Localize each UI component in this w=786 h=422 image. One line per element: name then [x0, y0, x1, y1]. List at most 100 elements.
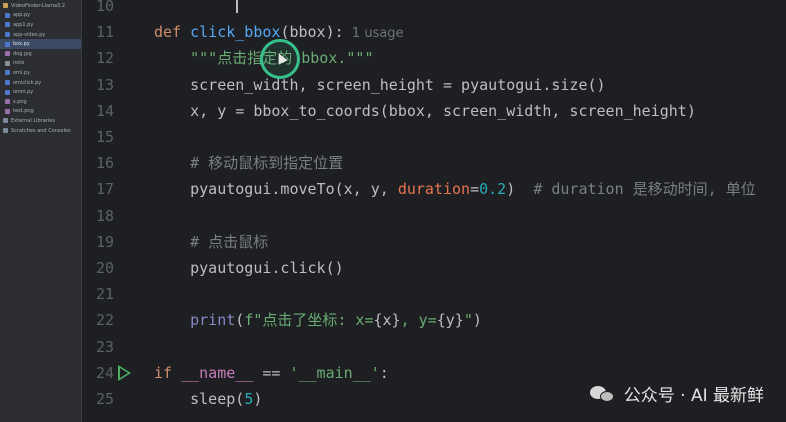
code-line[interactable]: 19 # 点击鼠标	[82, 229, 786, 255]
code-line[interactable]: 22 print(f"点击了坐标: x={x}, y={y}")	[82, 307, 786, 333]
code-line[interactable]: 17 pyautogui.moveTo(x, y, duration=0.2) …	[82, 176, 786, 202]
tree-item[interactable]: VideoFinder-Llama3.2	[0, 1, 81, 11]
tree-item[interactable]: dog.jpg	[0, 49, 81, 59]
code-line[interactable]: 20 pyautogui.click()	[82, 255, 786, 281]
line-number: 10	[95, 0, 114, 15]
tree-item-label: test.png	[13, 108, 34, 115]
line-number: 16	[95, 154, 114, 173]
code-token: )	[253, 390, 263, 408]
code-token: {x}	[373, 311, 401, 330]
code-editor[interactable]: 10 11 def click_bbox(bbox): 1 usage 12 """点…	[82, 0, 786, 422]
code-token: ==	[253, 363, 290, 382]
python-file-icon	[5, 80, 10, 86]
tree-item-label: omni.py	[13, 89, 34, 96]
code-token: )	[472, 311, 482, 330]
code-token: pyautogui.click()	[154, 259, 344, 277]
line-number: 20	[95, 259, 114, 277]
line-number: 13	[95, 75, 114, 94]
ide-window: VideoFinder-Llama3.2 app.py app1.py app-vid…	[0, 0, 786, 422]
code-token: # 移动鼠标到指定位置	[154, 154, 344, 173]
line-number: 18	[95, 206, 114, 225]
code-line[interactable]: 12 """点击指定的 bbox."""	[82, 45, 786, 71]
image-file-icon	[5, 99, 10, 105]
code-token: f"点击了坐标: x=	[244, 311, 374, 330]
tree-item[interactable]: External Libraries	[0, 116, 81, 126]
tree-item[interactable]: test.png	[0, 107, 81, 117]
python-file-icon	[5, 41, 10, 47]
watermark-text: 公众号 · AI 最新鲜	[623, 386, 764, 406]
line-number: 25	[95, 390, 114, 408]
tree-item-label: note	[13, 60, 25, 67]
tree-item[interactable]: omi.py	[0, 68, 81, 78]
code-line[interactable]: 16 # 移动鼠标到指定位置	[82, 150, 786, 176]
code-token: __name__	[181, 363, 254, 382]
code-token: # duration 是移动时间, 单位	[533, 180, 756, 199]
tree-item-label: box.py	[13, 41, 30, 48]
tree-item[interactable]: box.py	[0, 39, 81, 49]
code-token: # 点击鼠标	[154, 232, 269, 251]
usage-hint[interactable]: 1 usage	[344, 26, 404, 41]
tree-item[interactable]: Scratches and Consoles	[0, 126, 81, 136]
code-token: 0.2	[479, 180, 507, 199]
tree-item-label: app1.py	[13, 21, 34, 28]
tree-item[interactable]: omni.py	[0, 87, 81, 97]
code-token: x, y = bbox_to_coords(bbox, screen_width…	[154, 101, 696, 120]
tree-item-label: External Libraries	[11, 117, 55, 124]
code-token: 5	[244, 390, 254, 408]
line-number: 12	[95, 49, 114, 68]
code-line[interactable]: 14 x, y = bbox_to_coords(bbox, screen_wi…	[82, 98, 786, 124]
code-line[interactable]: 21	[82, 281, 786, 307]
code-token: (	[235, 311, 245, 330]
code-text: screen_width, screen_height = pyautogui.…	[154, 72, 606, 98]
code-token: (bbox):	[280, 23, 344, 42]
tree-item-label: Scratches and Consoles	[11, 127, 71, 134]
watermark: 公众号 · AI 最新鲜	[589, 381, 764, 406]
line-number: 24	[95, 363, 114, 382]
code-line[interactable]: 23	[82, 334, 786, 360]
code-line[interactable]: 18	[82, 203, 786, 229]
python-file-icon	[5, 12, 10, 18]
wechat-icon	[589, 384, 616, 404]
code-token: print	[190, 311, 236, 330]
tree-item-label: omiclick.py	[13, 79, 42, 86]
code-text: sleep(5)	[154, 386, 262, 412]
line-number: 19	[95, 232, 114, 251]
tree-item[interactable]: app.py	[0, 11, 81, 21]
line-number: 14	[95, 101, 114, 120]
code-token: :	[379, 363, 389, 382]
code-token: "	[463, 311, 473, 330]
image-file-icon	[5, 108, 10, 114]
code-token: click_bbox	[190, 23, 281, 42]
tree-item[interactable]: app-video.py	[0, 30, 81, 40]
tree-item[interactable]: note	[0, 59, 81, 69]
code-token: screen_width, screen_height = pyautogui.…	[154, 75, 606, 94]
code-line[interactable]: 13 screen_width, screen_height = pyautog…	[82, 72, 786, 98]
tree-item[interactable]: s.png	[0, 97, 81, 107]
code-text: # 点击鼠标	[154, 229, 268, 255]
code-line[interactable]: 10	[82, 0, 786, 19]
code-token: pyautogui.moveTo(x, y,	[154, 180, 398, 199]
line-number: 15	[95, 128, 114, 146]
scratch-icon	[3, 128, 8, 134]
library-icon	[3, 118, 8, 124]
tree-item-label: VideoFinder-Llama3.2	[11, 2, 65, 9]
tree-item[interactable]: omiclick.py	[0, 78, 81, 88]
code-token: '__main__'	[289, 363, 380, 382]
python-file-icon	[5, 22, 10, 28]
run-icon[interactable]	[118, 364, 131, 381]
tree-item[interactable]: app1.py	[0, 20, 81, 30]
python-file-icon	[5, 89, 10, 95]
code-line[interactable]: 15	[82, 124, 786, 150]
code-token: def	[154, 23, 191, 42]
code-line[interactable]: 11 def click_bbox(bbox): 1 usage	[82, 19, 786, 45]
tree-item-label: dog.jpg	[13, 50, 32, 57]
tree-item-label: s.png	[13, 98, 27, 105]
code-token: )	[506, 180, 534, 199]
line-number: 11	[95, 23, 114, 42]
code-text: if __name__ == '__main__':	[154, 360, 389, 386]
project-tree[interactable]: VideoFinder-Llama3.2 app.py app1.py app-vid…	[0, 0, 82, 422]
python-file-icon	[5, 70, 10, 76]
line-number: 22	[95, 311, 114, 330]
line-number: 21	[95, 285, 114, 304]
code-token: {y}	[436, 311, 464, 330]
